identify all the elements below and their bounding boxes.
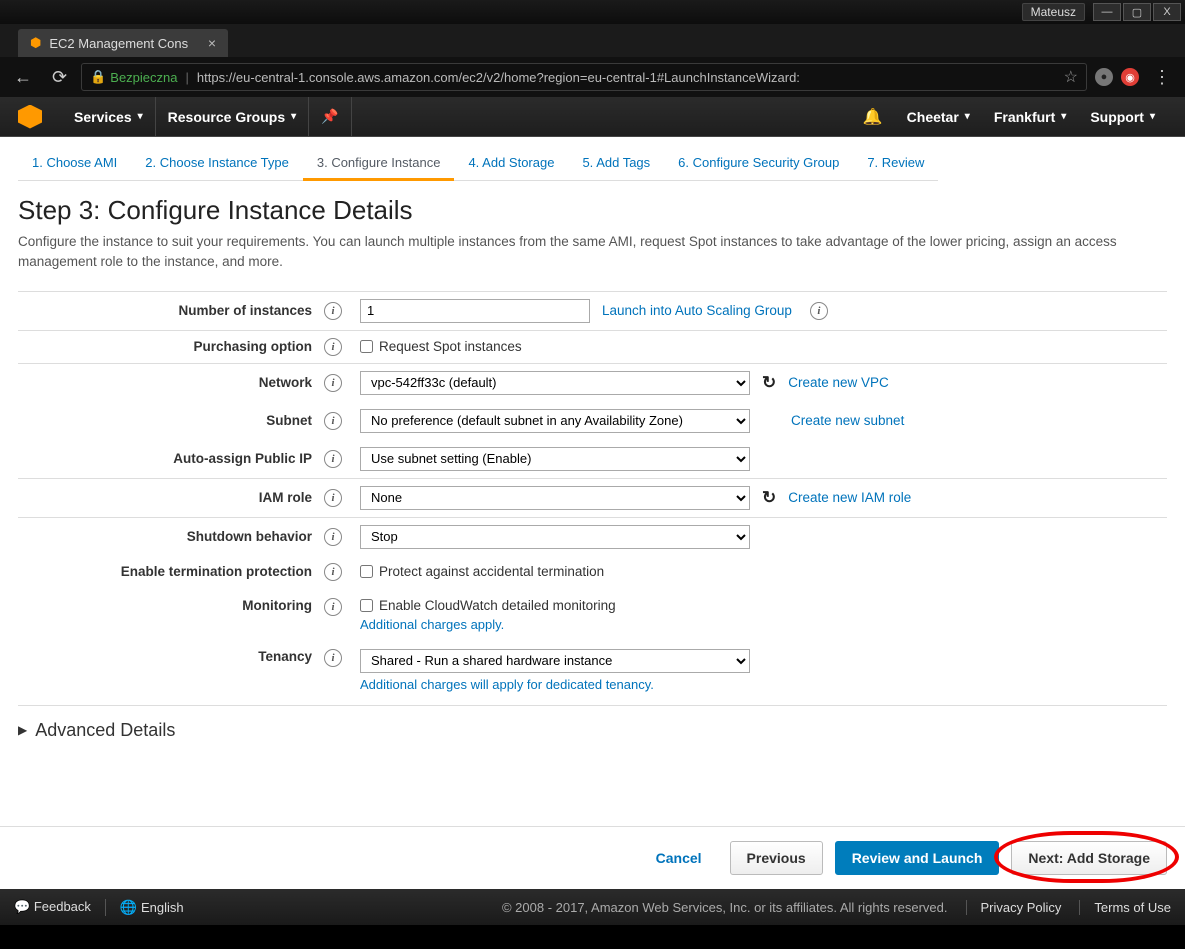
asg-link[interactable]: Launch into Auto Scaling Group: [602, 303, 792, 318]
autoip-select[interactable]: Use subnet setting (Enable): [360, 447, 750, 471]
info-icon[interactable]: i: [324, 563, 342, 581]
tenancy-label: Tenancy: [18, 649, 318, 664]
browser-menu-icon[interactable]: ⋮: [1147, 67, 1177, 88]
os-titlebar: Mateusz — ▢ X: [0, 0, 1185, 24]
termprot-checkbox[interactable]: [360, 565, 373, 578]
wizard-step-4[interactable]: 4. Add Storage: [454, 147, 568, 181]
info-icon[interactable]: i: [324, 450, 342, 468]
config-form: Number of instances i Launch into Auto S…: [18, 291, 1167, 755]
wizard-step-5[interactable]: 5. Add Tags: [568, 147, 664, 181]
tenancy-select[interactable]: Shared - Run a shared hardware instance: [360, 649, 750, 673]
close-icon[interactable]: ×: [208, 35, 216, 51]
spot-checkbox[interactable]: [360, 340, 373, 353]
aws-footer: 💬 Feedback 🌐 English © 2008 - 2017, Amaz…: [0, 889, 1185, 925]
iam-label: IAM role: [18, 490, 318, 505]
refresh-icon[interactable]: ↻: [762, 373, 776, 393]
wizard-step-2[interactable]: 2. Choose Instance Type: [131, 147, 303, 181]
create-iam-link[interactable]: Create new IAM role: [788, 490, 911, 505]
next-add-storage-button[interactable]: Next: Add Storage: [1011, 841, 1167, 875]
chevron-down-icon: ▾: [138, 111, 143, 122]
extension-icon[interactable]: ●: [1095, 68, 1113, 86]
num-instances-input[interactable]: [360, 299, 590, 323]
window-maximize[interactable]: ▢: [1123, 3, 1151, 21]
wizard-step-1[interactable]: 1. Choose AMI: [18, 147, 131, 181]
monitor-label: Monitoring: [18, 598, 318, 613]
notifications-icon[interactable]: 🔔: [851, 97, 895, 137]
refresh-icon[interactable]: ↻: [762, 488, 776, 508]
account-menu[interactable]: Cheetar ▾: [895, 97, 982, 137]
wizard-step-3[interactable]: 3. Configure Instance: [303, 147, 455, 181]
info-icon[interactable]: i: [324, 374, 342, 392]
network-select[interactable]: vpc-542ff33c (default): [360, 371, 750, 395]
url-text: https://eu-central-1.console.aws.amazon.…: [197, 70, 800, 85]
shutdown-label: Shutdown behavior: [18, 529, 318, 544]
wizard-actions: Cancel Previous Review and Launch Next: …: [0, 826, 1185, 889]
shutdown-select[interactable]: Stop: [360, 525, 750, 549]
browser-toolbar: ← ⟳ 🔒 Bezpieczna | https://eu-central-1.…: [0, 57, 1185, 97]
lock-icon: 🔒 Bezpieczna: [90, 69, 177, 85]
chevron-down-icon: ▾: [291, 111, 296, 122]
bookmark-star-icon[interactable]: ☆: [1064, 67, 1078, 87]
browser-tab[interactable]: ⬢ EC2 Management Cons ×: [18, 29, 228, 57]
address-bar[interactable]: 🔒 Bezpieczna | https://eu-central-1.cons…: [81, 63, 1087, 91]
info-icon[interactable]: i: [810, 302, 828, 320]
cancel-button[interactable]: Cancel: [640, 841, 718, 875]
subnet-select[interactable]: No preference (default subnet in any Ava…: [360, 409, 750, 433]
os-user: Mateusz: [1022, 3, 1085, 21]
browser-tabstrip: ⬢ EC2 Management Cons ×: [0, 24, 1185, 57]
window-close[interactable]: X: [1153, 3, 1181, 21]
info-icon[interactable]: i: [324, 598, 342, 616]
page-description: Configure the instance to suit your requ…: [18, 232, 1167, 273]
num-instances-label: Number of instances: [18, 303, 318, 318]
wizard-step-6[interactable]: 6. Configure Security Group: [664, 147, 853, 181]
support-menu[interactable]: Support ▾: [1078, 97, 1167, 137]
page-title: Step 3: Configure Instance Details: [18, 195, 1167, 226]
copyright-text: © 2008 - 2017, Amazon Web Services, Inc.…: [502, 900, 948, 915]
info-icon[interactable]: i: [324, 412, 342, 430]
back-button[interactable]: ←: [8, 63, 38, 92]
info-icon[interactable]: i: [324, 528, 342, 546]
network-label: Network: [18, 375, 318, 390]
monitor-checkbox[interactable]: [360, 599, 373, 612]
resource-groups-menu[interactable]: Resource Groups ▾: [156, 97, 310, 137]
termprot-label: Enable termination protection: [18, 564, 318, 579]
services-menu[interactable]: Services ▾: [62, 97, 156, 137]
window-minimize[interactable]: —: [1093, 3, 1121, 21]
iam-select[interactable]: None: [360, 486, 750, 510]
extension-mic-icon[interactable]: ◉: [1121, 68, 1139, 86]
info-icon[interactable]: i: [324, 338, 342, 356]
wizard-steps: 1. Choose AMI 2. Choose Instance Type 3.…: [0, 137, 1185, 181]
info-icon[interactable]: i: [324, 489, 342, 507]
autoip-label: Auto-assign Public IP: [18, 451, 318, 466]
create-subnet-link[interactable]: Create new subnet: [791, 413, 904, 428]
page-content: 1. Choose AMI 2. Choose Instance Type 3.…: [0, 137, 1185, 925]
info-icon[interactable]: i: [324, 302, 342, 320]
privacy-link[interactable]: Privacy Policy: [966, 900, 1062, 915]
terms-link[interactable]: Terms of Use: [1079, 900, 1171, 915]
advanced-details-toggle[interactable]: ▶ Advanced Details: [18, 705, 1167, 755]
reload-button[interactable]: ⟳: [46, 63, 73, 92]
language-menu[interactable]: 🌐 English: [105, 899, 184, 916]
aws-logo-icon[interactable]: [18, 105, 42, 129]
monitor-charges-link[interactable]: Additional charges apply.: [360, 617, 504, 632]
triangle-right-icon: ▶: [18, 723, 27, 737]
review-launch-button[interactable]: Review and Launch: [835, 841, 1000, 875]
aws-cube-icon: ⬢: [30, 35, 41, 51]
info-icon[interactable]: i: [324, 649, 342, 667]
create-vpc-link[interactable]: Create new VPC: [788, 375, 889, 390]
tab-title: EC2 Management Cons: [49, 36, 188, 51]
feedback-link[interactable]: 💬 Feedback: [14, 899, 91, 915]
aws-header: Services ▾ Resource Groups ▾ 📌 🔔 Cheetar…: [0, 97, 1185, 137]
pin-icon[interactable]: 📌: [309, 97, 351, 137]
wizard-step-7[interactable]: 7. Review: [853, 147, 938, 181]
subnet-label: Subnet: [18, 413, 318, 428]
tenancy-charges-link[interactable]: Additional charges will apply for dedica…: [360, 677, 654, 692]
purchasing-label: Purchasing option: [18, 339, 318, 354]
previous-button[interactable]: Previous: [730, 841, 823, 875]
globe-icon: 🌐: [120, 899, 137, 915]
region-menu[interactable]: Frankfurt ▾: [982, 97, 1078, 137]
